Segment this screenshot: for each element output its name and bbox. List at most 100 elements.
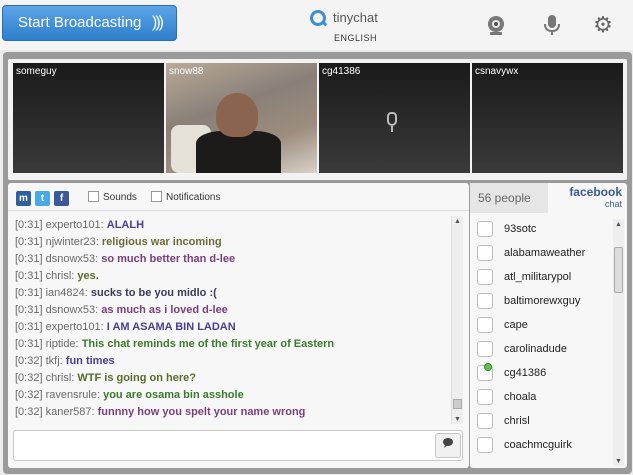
user-select-checkbox[interactable] (477, 317, 493, 333)
facebook-chat-tab[interactable]: facebook chat (560, 186, 622, 210)
user-select-checkbox[interactable] (477, 437, 493, 453)
scroll-down-icon[interactable]: ▼ (454, 416, 461, 423)
tinychat-logo[interactable]: tinychat ENGLISH (308, 8, 388, 44)
user-list-item[interactable]: 93sotc (474, 219, 612, 243)
message-text: religious war incoming (101, 236, 222, 248)
user-select-checkbox[interactable] (477, 341, 493, 357)
microphone-icon[interactable] (541, 14, 563, 36)
chat-message-input[interactable] (13, 430, 463, 461)
user-list-item[interactable]: chrisl (474, 411, 612, 435)
top-bar: Start Broadcasting ))) tinychat ENGLISH … (0, 0, 633, 50)
user-list-item[interactable]: choala (474, 387, 612, 411)
user-select-checkbox[interactable] (477, 389, 493, 405)
message-username[interactable]: ravensrule: (46, 389, 100, 401)
message-timestamp: [0:31] (15, 321, 43, 333)
user-name: atl_militarypol (504, 271, 572, 283)
user-select-checkbox[interactable] (477, 269, 493, 285)
chat-messages[interactable]: [0:31] experto101: ALALH [0:31] njwinter2… (11, 217, 451, 423)
notifications-checkbox-box[interactable] (151, 191, 162, 202)
user-list-item[interactable]: cape (474, 315, 612, 339)
chat-message: [0:31] chrisl: yes. (15, 268, 451, 285)
user-list-item[interactable]: coachmcguirk (474, 435, 612, 459)
message-username[interactable]: njwinter23: (46, 236, 99, 248)
message-username[interactable]: dsnowx53: (46, 253, 99, 265)
video-tile[interactable]: snow88 (166, 63, 317, 173)
message-text: fun times (65, 355, 115, 367)
video-tile[interactable]: someguy (13, 63, 164, 173)
notifications-checkbox[interactable]: Notifications (151, 191, 220, 203)
user-list-item[interactable]: atl_militarypol (474, 267, 612, 291)
on-camera-indicator-icon (484, 363, 492, 371)
user-list-item[interactable]: baltimorewxguy (474, 291, 612, 315)
user-list-scrollbar[interactable]: ▲ ▼ (613, 219, 624, 466)
message-text: This chat reminds me of the first year o… (81, 338, 335, 350)
user-select-checkbox[interactable] (477, 413, 493, 429)
user-list: 93sotc alabamaweather atl_militarypolbalti… (474, 219, 612, 467)
message-text: WTF is going on here? (77, 372, 196, 384)
user-name: coachmcguirk (504, 439, 572, 451)
user-select-checkbox[interactable] (477, 221, 493, 237)
message-username[interactable]: ian4824: (46, 287, 88, 299)
chat-message: [0:32] chrisl: WTF is going on here? (15, 370, 451, 387)
message-text: so much better than d-lee (101, 253, 236, 265)
message-text: you are osama bin asshole (103, 389, 244, 401)
video-strip: someguy snow88 cg41386 csnavywx (8, 59, 627, 180)
user-select-checkbox[interactable] (477, 245, 493, 261)
user-list-item[interactable]: alabamaweather (474, 243, 612, 267)
user-select-checkbox[interactable] (477, 293, 493, 309)
user-list-item[interactable]: carolinadude (474, 339, 612, 363)
video-tile-name: snow88 (169, 66, 204, 77)
message-username[interactable]: tkfj: (46, 355, 63, 367)
message-timestamp: [0:31] (15, 236, 43, 248)
start-broadcasting-button[interactable]: Start Broadcasting ))) (2, 5, 177, 41)
message-text: yes. (77, 270, 99, 282)
tinychat-logo-icon (310, 10, 326, 26)
chat-message: [0:31] njwinter23: religious war incomin… (15, 234, 451, 251)
chat-message: [0:32] tkfj: fun times (15, 353, 451, 370)
sounds-checkbox[interactable]: Sounds (88, 191, 137, 203)
facebook-share-icon[interactable]: f (54, 191, 69, 206)
language-selector[interactable]: ENGLISH (334, 33, 377, 43)
message-username[interactable]: riptide: (46, 338, 79, 350)
user-name: carolinadude (504, 343, 567, 355)
message-username[interactable]: chrisl: (46, 270, 75, 282)
chat-message: [0:32] kaner587: funnny how you spelt yo… (15, 404, 451, 421)
webcam-icon[interactable] (485, 14, 507, 36)
chat-message: [0:31] dsnowx53: as much as i loved d-le… (15, 302, 451, 319)
video-tile[interactable]: cg41386 (319, 63, 470, 173)
myspace-share-icon[interactable]: m (16, 191, 31, 206)
message-timestamp: [0:31] (15, 270, 43, 282)
people-panel: 56 people facebook chat 93sotc alabamawea… (470, 183, 627, 468)
message-text: ALALH (106, 219, 145, 231)
message-timestamp: [0:32] (15, 372, 43, 384)
message-username[interactable]: experto101: (46, 321, 104, 333)
people-count-tab[interactable]: 56 people (470, 183, 548, 213)
scroll-up-icon[interactable]: ▲ (454, 218, 461, 225)
user-list-item[interactable]: cg41386 (474, 363, 612, 387)
scroll-thumb[interactable] (614, 247, 623, 293)
message-username[interactable]: chrisl: (46, 372, 75, 384)
scroll-up-icon[interactable]: ▲ (615, 221, 622, 228)
message-username[interactable]: experto101: (46, 219, 104, 231)
chat-scrollbar[interactable]: ▲ ▼ (451, 216, 463, 424)
message-timestamp: [0:31] (15, 219, 43, 231)
message-timestamp: [0:32] (15, 389, 43, 401)
message-timestamp: [0:31] (15, 304, 43, 316)
message-username[interactable]: kaner587: (46, 406, 95, 418)
scroll-thumb[interactable] (453, 399, 462, 409)
message-timestamp: [0:31] (15, 338, 43, 350)
sounds-checkbox-box[interactable] (88, 191, 99, 202)
gear-icon[interactable]: ⚙ (592, 14, 614, 36)
facebook-chat-subtitle: chat (604, 199, 622, 209)
notifications-label: Notifications (166, 192, 221, 203)
message-username[interactable]: dsnowx53: (46, 304, 99, 316)
logo-name: tinychat (333, 10, 378, 25)
user-name: choala (504, 391, 537, 403)
user-name: cape (504, 319, 528, 331)
twitter-share-icon[interactable]: t (35, 191, 50, 206)
send-message-button[interactable] (435, 433, 461, 458)
scroll-down-icon[interactable]: ▼ (615, 458, 622, 465)
start-broadcasting-label: Start Broadcasting (18, 14, 142, 31)
video-tile[interactable]: csnavywx (472, 63, 623, 173)
user-name: alabamaweather (504, 247, 586, 259)
